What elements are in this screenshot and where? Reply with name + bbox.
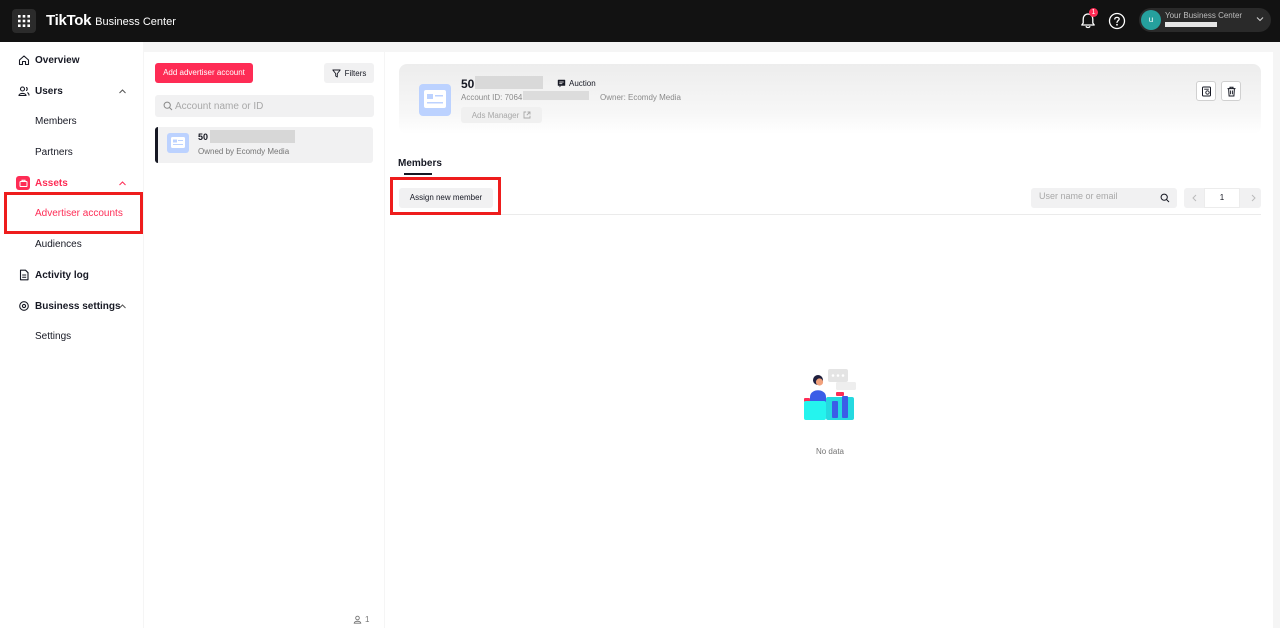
ads-manager-button[interactable]: Ads Manager xyxy=(461,107,542,123)
brand-name: TikTok xyxy=(46,12,92,29)
chevron-right-icon[interactable] xyxy=(1248,193,1258,203)
sidebar-item-label: Settings xyxy=(35,330,72,342)
auction-icon xyxy=(557,79,566,88)
member-count-value: 1 xyxy=(365,615,370,624)
redacted-account-id xyxy=(1165,22,1217,27)
account-type-badge: Auction xyxy=(557,79,596,88)
account-search[interactable] xyxy=(155,95,374,117)
account-owner: Owner: Ecomdy Media xyxy=(600,93,681,102)
chevron-left-icon[interactable] xyxy=(1190,193,1200,203)
external-link-icon xyxy=(523,111,531,119)
grid-icon xyxy=(18,15,30,27)
sidebar-item-label: Business settings xyxy=(35,300,121,312)
redacted-account-title xyxy=(475,76,543,89)
account-owner: Owned by Ecomdy Media xyxy=(198,147,290,156)
account-thumbnail xyxy=(167,133,189,153)
sidebar-item-label: Users xyxy=(35,85,63,97)
account-list-panel: Add advertiser account Filters 50 Owned … xyxy=(144,52,384,628)
account-header: 50 Auction Account ID: 7064 Owner: Ecomd… xyxy=(399,64,1261,134)
delete-account-button[interactable] xyxy=(1221,81,1241,101)
redacted-account-name xyxy=(210,130,295,143)
account-name: Your Business Center xyxy=(1165,11,1243,20)
users-icon xyxy=(18,86,30,97)
tab-active-indicator xyxy=(404,173,432,175)
chevron-up-icon xyxy=(119,88,126,93)
page-number[interactable]: 1 xyxy=(1204,188,1240,208)
member-search[interactable] xyxy=(1031,188,1177,208)
filters-button[interactable]: Filters xyxy=(324,63,374,83)
brand-subtitle: Business Center xyxy=(95,16,176,28)
account-name: 50 xyxy=(198,132,209,142)
sidebar-item-audiences[interactable]: Audiences xyxy=(0,230,143,258)
top-bar: TikTok Business Center 1 u Your Business… xyxy=(0,0,1280,42)
add-advertiser-account-button[interactable]: Add advertiser account xyxy=(155,63,253,83)
member-search-input[interactable] xyxy=(1039,191,1157,201)
search-icon xyxy=(163,101,173,111)
settings-icon xyxy=(19,301,29,311)
empty-state-illustration xyxy=(804,369,856,420)
redacted-account-id xyxy=(523,91,589,100)
sidebar-item-overview[interactable]: Overview xyxy=(0,46,143,74)
filters-label: Filters xyxy=(344,68,367,78)
sidebar-item-users[interactable]: Users xyxy=(0,77,143,105)
avatar: u xyxy=(1141,10,1161,30)
search-icon[interactable] xyxy=(1160,193,1170,203)
account-id: Account ID: 7064 xyxy=(461,93,523,102)
sidebar-item-label: Partners xyxy=(35,146,73,158)
brand-logo[interactable]: TikTok Business Center xyxy=(46,12,176,29)
sidebar-item-label: Members xyxy=(35,115,77,127)
highlight-assign-new-member xyxy=(390,177,501,215)
chevron-down-icon xyxy=(1256,17,1264,22)
sidebar-item-label: Assets xyxy=(35,177,68,189)
sidebar: Overview Users Members Partners Assets A… xyxy=(0,42,143,628)
trash-icon xyxy=(1227,86,1235,96)
sidebar-item-label: Activity log xyxy=(35,269,89,281)
divider xyxy=(399,214,1261,215)
sidebar-item-partners[interactable]: Partners xyxy=(0,138,143,166)
assets-icon xyxy=(16,176,30,190)
sidebar-item-settings[interactable]: Settings xyxy=(0,322,143,350)
apps-menu-button[interactable] xyxy=(12,9,36,33)
document-icon xyxy=(19,269,29,281)
home-icon xyxy=(18,55,30,66)
pagination: 1 xyxy=(1184,188,1261,208)
account-type-label: Auction xyxy=(569,79,596,88)
sidebar-item-label: Audiences xyxy=(35,238,82,250)
sidebar-item-members[interactable]: Members xyxy=(0,107,143,135)
sidebar-item-business-settings[interactable]: Business settings xyxy=(0,292,143,320)
account-card[interactable]: 50 Owned by Ecomdy Media xyxy=(155,127,373,163)
account-title: 50 xyxy=(461,77,475,91)
sidebar-item-activity-log[interactable]: Activity log xyxy=(0,261,143,289)
account-thumbnail xyxy=(419,84,451,116)
chevron-up-icon xyxy=(119,303,126,308)
settings-document-icon xyxy=(1201,86,1211,96)
chevron-up-icon xyxy=(119,180,126,185)
highlight-advertiser-accounts xyxy=(4,192,143,234)
member-count: 1 xyxy=(353,615,369,624)
account-detail-panel: 50 Auction Account ID: 7064 Owner: Ecomd… xyxy=(385,52,1273,628)
account-search-input[interactable] xyxy=(175,100,365,112)
account-switcher[interactable]: u Your Business Center xyxy=(1139,8,1271,32)
ads-manager-label: Ads Manager xyxy=(471,110,520,120)
filter-icon xyxy=(331,69,341,77)
account-settings-button[interactable] xyxy=(1196,81,1216,101)
sidebar-item-label: Overview xyxy=(35,54,80,66)
help-icon[interactable] xyxy=(1107,11,1127,31)
user-icon xyxy=(353,615,362,624)
tab-members[interactable]: Members xyxy=(398,158,442,169)
empty-state-text: No data xyxy=(815,447,845,456)
notification-badge: 1 xyxy=(1089,8,1098,17)
